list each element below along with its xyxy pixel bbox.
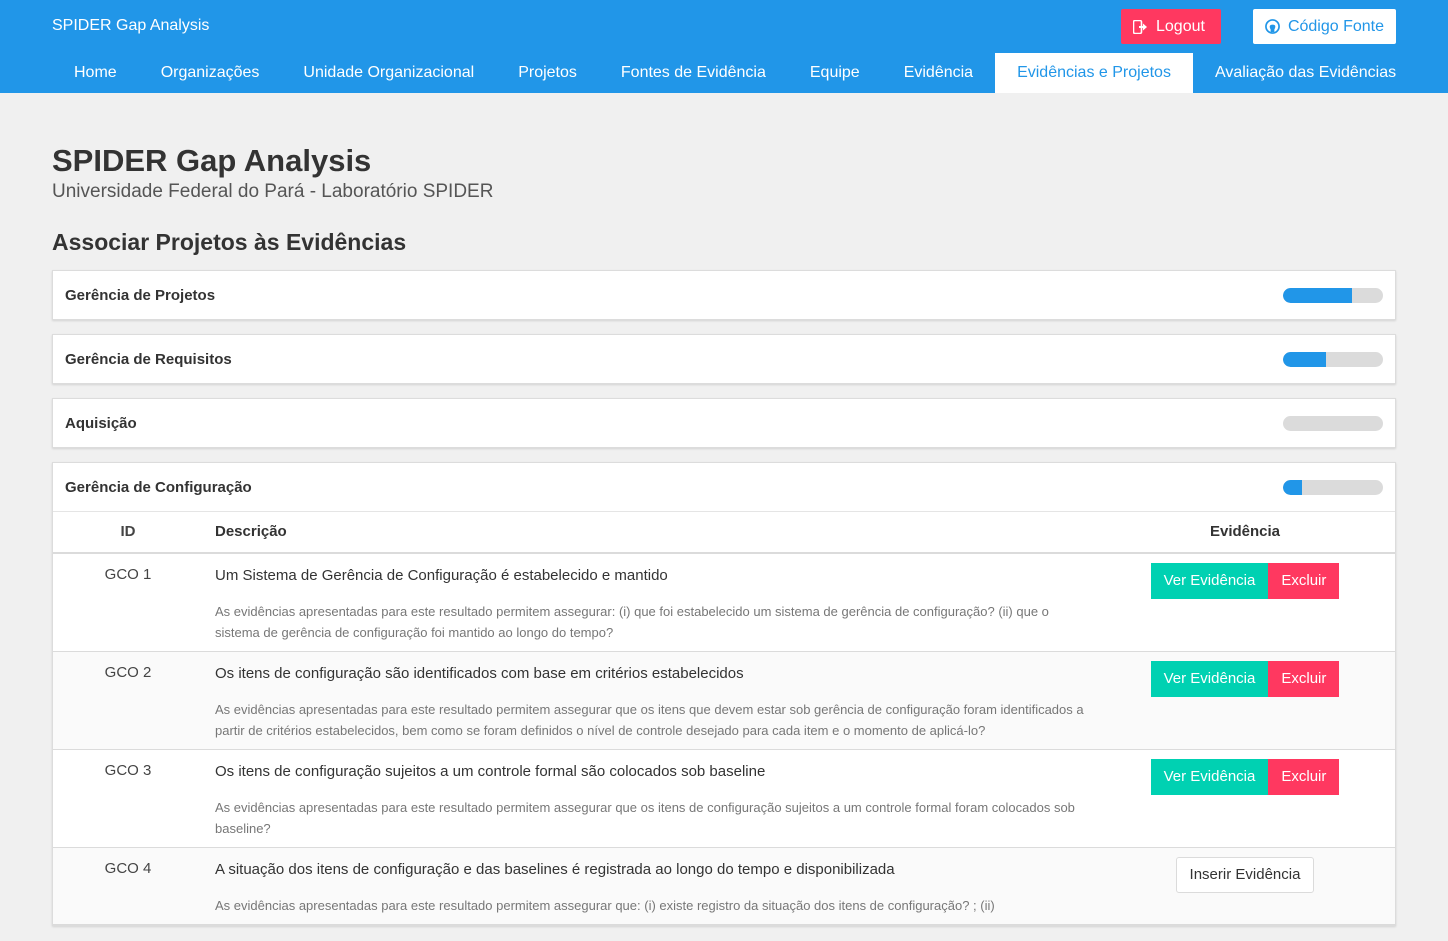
column-header-description: Descrição	[203, 511, 1095, 554]
panel-title: Gerência de Requisitos	[65, 350, 232, 368]
panel-gerencia-de-projetos: Gerência de Projetos	[52, 270, 1396, 320]
result-evidence-cell: Ver Evidência Excluir	[1095, 552, 1395, 652]
progress-fill	[1283, 287, 1352, 303]
tab-organizacoes[interactable]: Organizações	[139, 53, 282, 93]
panel-gerencia-de-requisitos: Gerência de Requisitos	[52, 334, 1396, 384]
brand-link[interactable]: SPIDER Gap Analysis	[52, 17, 209, 35]
result-title: Os itens de configuração são identificad…	[215, 664, 744, 682]
tab-equipe[interactable]: Equipe	[788, 53, 882, 93]
result-evidence-cell: Ver Evidência Excluir	[1095, 651, 1395, 750]
page-subtitle: Universidade Federal do Pará - Laboratór…	[52, 181, 494, 202]
result-text: As evidências apresentadas para este res…	[215, 603, 1049, 640]
top-navbar: SPIDER Gap Analysis Logout Código Fonte …	[0, 0, 1448, 93]
column-header-id: ID	[53, 511, 203, 554]
tab-evidencia[interactable]: Evidência	[882, 53, 995, 93]
table-row: GCO 1 Um Sistema de Gerência de Configur…	[53, 552, 1395, 652]
result-id: GCO 1	[53, 552, 203, 652]
view-evidence-button[interactable]: Ver Evidência	[1150, 758, 1269, 795]
tab-home[interactable]: Home	[52, 53, 139, 93]
result-title: A situação dos itens de configuração e d…	[215, 860, 895, 878]
github-icon	[1265, 19, 1280, 34]
insert-evidence-button[interactable]: Inserir Evidência	[1175, 856, 1315, 893]
result-description: Os itens de configuração são identificad…	[203, 651, 1095, 750]
tab-projetos[interactable]: Projetos	[496, 53, 599, 93]
main-tabs: Home Organizações Unidade Organizacional…	[52, 53, 1418, 93]
table-row: GCO 3 Os itens de configuração sujeitos …	[53, 749, 1395, 848]
tab-unidade-organizacional[interactable]: Unidade Organizacional	[281, 53, 496, 93]
results-table: ID Descrição Evidência GCO 1 Um Sistema …	[53, 511, 1395, 925]
tab-avaliacao-das-evidencias[interactable]: Avaliação das Evidências	[1193, 53, 1418, 93]
evidence-buttons: Ver Evidência Excluir	[1150, 562, 1340, 599]
tab-fontes-de-evidencia[interactable]: Fontes de Evidência	[599, 53, 788, 93]
result-text: As evidências apresentadas para este res…	[215, 701, 1084, 738]
panel-title: Aquisição	[65, 414, 137, 432]
progress-fill	[1283, 351, 1326, 367]
panel-header[interactable]: Gerência de Configuração	[53, 463, 1395, 511]
table-row: GCO 4 A situação dos itens de configuraç…	[53, 847, 1395, 925]
section-title: Associar Projetos às Evidências	[52, 229, 407, 255]
panel-aquisicao: Aquisição	[52, 398, 1396, 448]
panel-title: Gerência de Configuração	[65, 478, 252, 496]
logout-label: Logout	[1156, 17, 1205, 35]
panel-header[interactable]: Gerência de Projetos	[53, 271, 1395, 319]
main-content: SPIDER Gap Analysis Universidade Federal…	[0, 143, 1448, 926]
evidence-buttons: Ver Evidência Excluir	[1150, 660, 1340, 697]
progress-bar	[1283, 479, 1383, 495]
result-title: Um Sistema de Gerência de Configuração é…	[215, 566, 668, 584]
header-actions: Logout Código Fonte	[1121, 9, 1396, 44]
delete-evidence-button[interactable]: Excluir	[1268, 660, 1340, 697]
view-evidence-button[interactable]: Ver Evidência	[1150, 660, 1269, 697]
panel-header[interactable]: Aquisição	[53, 399, 1395, 447]
source-code-label: Código Fonte	[1287, 17, 1384, 35]
delete-evidence-button[interactable]: Excluir	[1268, 562, 1340, 599]
source-code-button[interactable]: Código Fonte	[1252, 9, 1396, 44]
progress-fill	[1283, 479, 1302, 495]
delete-evidence-button[interactable]: Excluir	[1268, 758, 1340, 795]
panel-gerencia-de-configuracao: Gerência de Configuração ID Descrição Ev…	[52, 462, 1396, 926]
panel-header[interactable]: Gerência de Requisitos	[53, 335, 1395, 383]
result-description: Um Sistema de Gerência de Configuração é…	[203, 552, 1095, 652]
table-row: GCO 2 Os itens de configuração são ident…	[53, 651, 1395, 750]
table-header-row: ID Descrição Evidência	[53, 511, 1395, 554]
result-id: GCO 2	[53, 651, 203, 750]
tab-evidencias-e-projetos[interactable]: Evidências e Projetos	[995, 53, 1193, 93]
result-text: As evidências apresentadas para este res…	[215, 897, 995, 913]
result-id: GCO 3	[53, 749, 203, 848]
page-title: SPIDER Gap Analysis	[52, 143, 372, 178]
evidence-buttons: Ver Evidência Excluir	[1150, 758, 1340, 795]
progress-bar	[1283, 287, 1383, 303]
result-evidence-cell: Inserir Evidência	[1095, 847, 1395, 925]
panel-title: Gerência de Projetos	[65, 286, 216, 304]
result-description: Os itens de configuração sujeitos a um c…	[203, 749, 1095, 848]
result-evidence-cell: Ver Evidência Excluir	[1095, 749, 1395, 848]
view-evidence-button[interactable]: Ver Evidência	[1150, 562, 1269, 599]
result-title: Os itens de configuração sujeitos a um c…	[215, 762, 766, 780]
progress-bar	[1283, 415, 1383, 431]
logout-button[interactable]: Logout	[1121, 9, 1221, 44]
progress-bar	[1283, 351, 1383, 367]
column-header-evidence: Evidência	[1095, 511, 1395, 554]
sign-out-icon	[1133, 19, 1147, 34]
result-text: As evidências apresentadas para este res…	[215, 799, 1075, 836]
result-id: GCO 4	[53, 847, 203, 925]
result-description: A situação dos itens de configuração e d…	[203, 847, 1095, 925]
